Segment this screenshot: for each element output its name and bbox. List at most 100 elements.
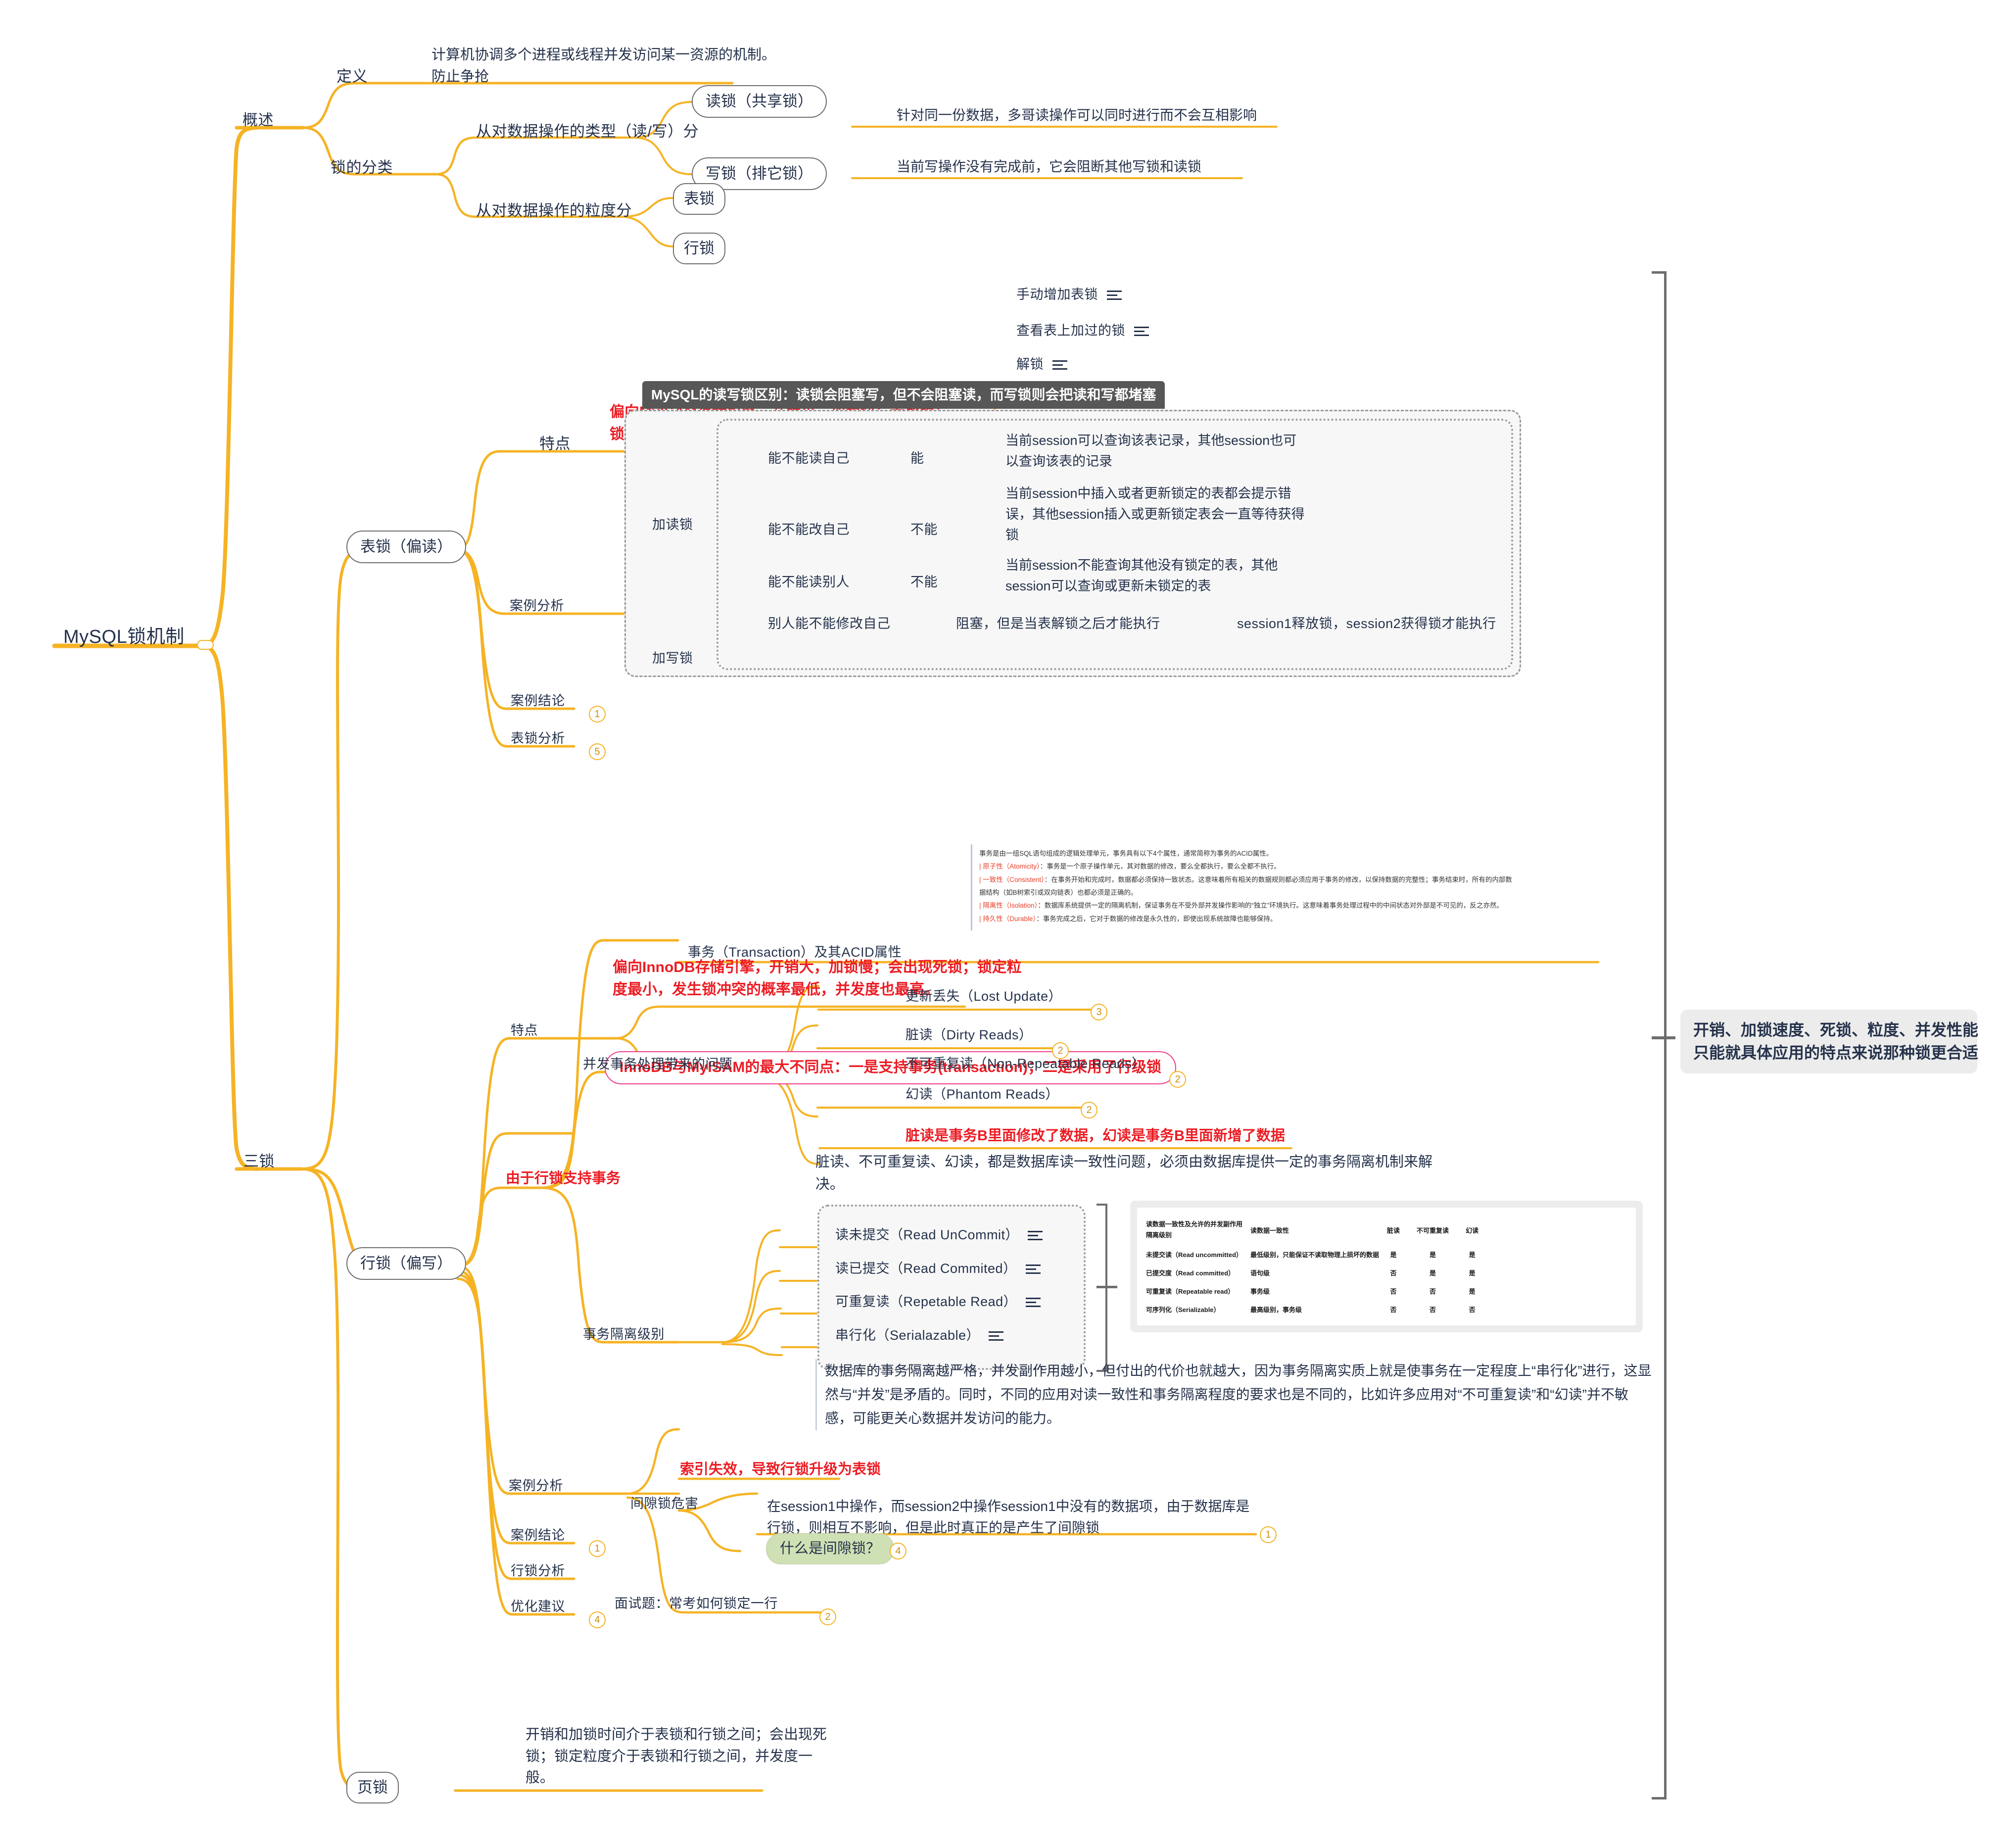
topic-by-type[interactable]: 从对数据操作的类型（读/写）分: [476, 121, 699, 142]
table-header-row: 读数据一致性及允许的并发副作用 隔离级别 读数据一致性 脏读 不可重复读 幻读: [1146, 1215, 1495, 1245]
topic-definition-label: 定义: [336, 68, 368, 85]
acid-item: | 持久性（Durable）：事务完成之后，它对于数据的修改是永久性的，即使出现…: [979, 915, 1277, 923]
badge-case-conclusion-table[interactable]: 1: [589, 706, 606, 723]
topic-case-conclusion-row[interactable]: 案例结论: [511, 1526, 565, 1544]
topic-case-analysis-row[interactable]: 案例分析: [509, 1477, 563, 1495]
table-row-detail: session1释放锁，session2获得锁才能执行: [1237, 616, 1496, 631]
note-icon[interactable]: [1134, 324, 1149, 339]
topic-interview-question[interactable]: 面试题：常考如何锁定一行: [615, 1595, 778, 1612]
badge-phantom-reads[interactable]: 2: [1081, 1102, 1097, 1119]
acid-intro: 事务是由一组SQL语句组成的逻辑处理单元，事务具有以下4个属性，通常简称为事务的…: [979, 850, 1273, 857]
dirty-vs-phantom-note: 脏读是事务B里面修改了数据，幻读是事务B里面新增了数据: [906, 1128, 1285, 1144]
topic-lock-classification[interactable]: 锁的分类: [331, 157, 393, 178]
table-row: 可序列化（Serializable） 最高级别，事务级 否 否 否: [1146, 1306, 1476, 1314]
note-icon[interactable]: [1107, 288, 1122, 302]
topic-phantom-reads[interactable]: 幻读（Phantom Reads）: [906, 1085, 1059, 1103]
topic-by-granularity-label: 从对数据操作的粒度分: [476, 202, 632, 219]
badge-gap-lock-desc[interactable]: 1: [1260, 1526, 1277, 1543]
topic-transaction-acid[interactable]: 事务（Transaction）及其ACID属性: [688, 943, 902, 961]
isolation-tradeoff-note: 数据库的事务隔离越严格，并发副作用越小，但付出的代价也就越大，因为事务隔离实质上…: [815, 1359, 1652, 1431]
node-row-lock[interactable]: 行锁（偏写）: [346, 1247, 466, 1280]
node-table-lock-label: 表锁（偏读）: [346, 531, 466, 563]
summary-line-2: 只能就具体应用的特点来说那种锁更合适: [1693, 1044, 1979, 1062]
topic-row-lock-feature[interactable]: 特点: [511, 1021, 538, 1039]
definition-line-1: 计算机协调多个进程或线程并发访问某一资源的机制。: [431, 47, 776, 63]
topic-by-granularity[interactable]: 从对数据操作的粒度分: [476, 200, 632, 221]
node-table-lock-small[interactable]: 表锁: [673, 183, 725, 215]
root-label: MySQL锁机制: [63, 627, 185, 647]
topic-definition[interactable]: 定义: [336, 66, 368, 87]
acid-item: | 一致性（Consistent）：在事务开始和完成时，数据都必须保持一致状态。…: [979, 875, 1512, 896]
overall-summary-brace-stem: [1652, 1036, 1675, 1039]
topic-optimization-advice[interactable]: 优化建议: [511, 1598, 565, 1615]
note-icon[interactable]: [1052, 358, 1068, 372]
badge-interview-question[interactable]: 2: [819, 1608, 836, 1625]
node-read-lock-label: 读锁（共享锁）: [692, 85, 827, 118]
table-row-answer: 不能: [910, 522, 938, 537]
acid-item: | 隔离性（Isolation）：数据库系统提供一定的隔离机制，保证事务在不受外…: [979, 902, 1503, 910]
root-node[interactable]: MySQL锁机制: [63, 625, 185, 650]
topic-manual-add-table-lock[interactable]: 手动增加表锁: [1016, 286, 1122, 303]
topic-dirty-reads[interactable]: 脏读（Dirty Reads）: [906, 1026, 1033, 1044]
note-icon[interactable]: [1025, 1262, 1041, 1276]
table-row: 能不能读自己: [768, 451, 850, 466]
topic-unlock[interactable]: 解锁: [1016, 355, 1068, 373]
topic-lost-update[interactable]: 更新丢失（Lost Update）: [906, 987, 1062, 1005]
page-lock-desc: 开销和加锁时间介于表锁和行锁之间；会出现死 锁；锁定粒度介于表锁和行锁之间，并发…: [525, 1727, 827, 1786]
mysql-rw-lock-banner: MySQL的读写锁区别：读锁会阻塞写，但不会阻塞读，而写锁则会把读和写都堵塞: [642, 381, 1165, 409]
definition-line-2: 防止争抢: [431, 68, 489, 85]
table-row-detail: 当前session不能查询其他没有锁定的表，其他session可以查询或更新未锁…: [1005, 558, 1278, 593]
topic-by-type-label: 从对数据操作的类型（读/写）分: [476, 123, 699, 140]
topic-add-read-lock[interactable]: 加读锁: [652, 516, 693, 534]
topic-row-lock-supports-tx[interactable]: 由于行锁支持事务: [506, 1169, 620, 1188]
note-icon[interactable]: [1026, 1295, 1041, 1310]
gap-lock-desc: 在session1中操作，而session2中操作session1中没有的数据项…: [767, 1499, 1250, 1536]
badge-what-is-gap-lock[interactable]: 4: [890, 1543, 906, 1559]
topic-case-analysis-table[interactable]: 案例分析: [510, 597, 564, 615]
topic-read-uncommit[interactable]: 读未提交（Read UnCommit）: [835, 1226, 1043, 1244]
th-consistency: 读数据一致性: [1250, 1226, 1289, 1234]
topic-table-lock-feature[interactable]: 特点: [539, 434, 571, 454]
note-icon[interactable]: [1028, 1228, 1043, 1243]
topic-concurrency-problems[interactable]: 并发事务处理带来的问题: [583, 1055, 733, 1073]
topic-row-lock-analysis[interactable]: 行锁分析: [511, 1562, 565, 1580]
node-table-lock[interactable]: 表锁（偏读）: [346, 531, 466, 563]
topic-view-table-locks[interactable]: 查看表上加过的锁: [1016, 322, 1149, 340]
topic-add-write-lock[interactable]: 加写锁: [652, 649, 693, 667]
branch-three-locks-label: 三锁: [243, 1153, 275, 1170]
table-row: 已提交度（Read committed） 语句级 否 是 是: [1146, 1269, 1476, 1277]
badge-optimization-advice[interactable]: 4: [589, 1611, 606, 1628]
badge-non-repeatable-reads[interactable]: 2: [1169, 1071, 1186, 1088]
branch-three-locks[interactable]: 三锁: [243, 1151, 275, 1172]
badge-case-conclusion-row[interactable]: 1: [589, 1540, 606, 1557]
th-phantom: 幻读: [1466, 1226, 1479, 1234]
topic-isolation-levels[interactable]: 事务隔离级别: [583, 1325, 665, 1343]
topic-repeatable-read[interactable]: 可重复读（Repetable Read）: [835, 1293, 1041, 1311]
badge-lost-update[interactable]: 3: [1091, 1004, 1107, 1021]
read-lock-desc: 针对同一份数据，多哥读操作可以同时进行而不会互相影响: [897, 107, 1257, 123]
branch-overview-label: 概述: [242, 111, 274, 129]
root-collapse-toggle[interactable]: [197, 640, 214, 650]
th-level: 读数据一致性及允许的并发副作用 隔离级别: [1146, 1220, 1243, 1239]
topic-gap-lock-harm[interactable]: 间隙锁危害: [630, 1495, 699, 1512]
node-read-lock[interactable]: 读锁（共享锁）: [692, 85, 827, 118]
node-page-lock[interactable]: 页锁: [346, 1772, 399, 1803]
topic-serializable[interactable]: 串行化（Serialazable）: [835, 1326, 1004, 1344]
write-lock-desc: 当前写操作没有完成前，它会阻断其他写锁和读锁: [897, 159, 1202, 174]
note-icon[interactable]: [989, 1329, 1004, 1343]
table-row: 能不能改自己: [768, 522, 850, 537]
definition-text: 计算机协调多个进程或线程并发访问某一资源的机制。 防止争抢: [431, 45, 776, 88]
badge-table-lock-analysis[interactable]: 5: [589, 743, 606, 760]
topic-case-conclusion-table[interactable]: 案例结论: [511, 692, 565, 710]
branch-overview[interactable]: 概述: [242, 110, 274, 131]
table-row: 可重复读（Repeatable read） 事务级 否 否 是: [1146, 1288, 1476, 1296]
table-row: 能不能读别人: [768, 575, 850, 589]
topic-table-lock-analysis[interactable]: 表锁分析: [511, 729, 565, 747]
table-row: 别人能不能修改自己: [768, 616, 891, 631]
read-consistency-note: 脏读、不可重复读、幻读，都是数据库读一致性问题，必须由数据库提供一定的事务隔离机…: [815, 1154, 1433, 1192]
node-row-lock-small[interactable]: 行锁: [673, 233, 725, 264]
topic-read-commited[interactable]: 读已提交（Read Commited）: [835, 1260, 1041, 1277]
node-what-is-gap-lock[interactable]: 什么是间隙锁？: [766, 1533, 895, 1565]
topic-non-repeatable-reads[interactable]: 不可重复读（Non-Repeatable Reads）: [906, 1055, 1145, 1072]
table-row: 未提交读（Read uncommitted） 最低级别，只能保证不读取物理上损坏…: [1146, 1251, 1476, 1259]
